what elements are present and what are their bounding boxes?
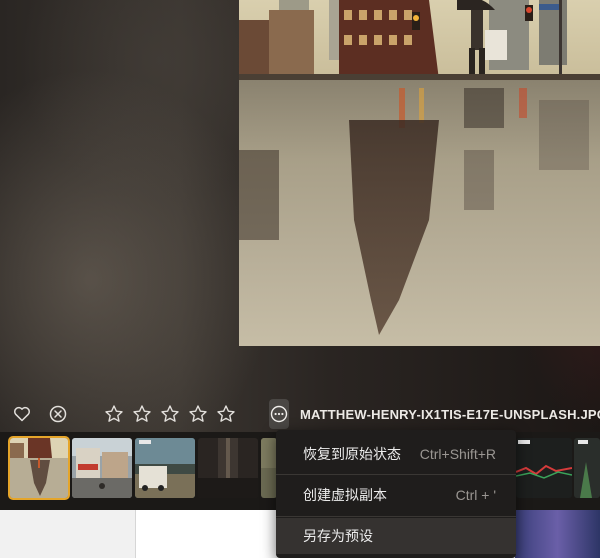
star-rating [103, 403, 237, 425]
circle-x-icon [49, 405, 67, 423]
filmstrip-thumbnail[interactable] [8, 436, 70, 500]
file-name: MATTHEW-HENRY-IX1TIS-E17E-UNSPLASH.JPG [300, 406, 600, 422]
main-photo[interactable] [239, 0, 600, 346]
reject-button[interactable] [48, 403, 68, 425]
star-outline-icon [105, 405, 123, 422]
context-menu: 恢复到原始状态 Ctrl+Shift+R 创建虚拟副本 Ctrl + ' 另存为… [276, 430, 516, 558]
menu-divider [276, 474, 516, 475]
filmstrip-thumbnail[interactable] [516, 438, 572, 498]
star-outline-icon [161, 405, 179, 422]
menu-item-label: 创建虚拟副本 [303, 487, 387, 503]
bottom-panel-left [0, 510, 136, 558]
menu-item-label: 另存为预设 [303, 528, 373, 544]
star-outline-icon [133, 405, 151, 422]
star-1-button[interactable] [103, 403, 125, 425]
star-outline-icon [217, 405, 235, 422]
menu-divider [276, 516, 516, 517]
main-photo-image [239, 0, 600, 346]
filmstrip-thumbnail[interactable] [574, 438, 600, 498]
menu-item-shortcut: Ctrl+Shift+R [419, 446, 496, 462]
bottom-panel-thumbnail [515, 510, 600, 558]
star-5-button[interactable] [215, 403, 237, 425]
filmstrip-thumbnail[interactable] [198, 438, 258, 498]
star-2-button[interactable] [131, 403, 153, 425]
star-3-button[interactable] [159, 403, 181, 425]
more-options-button[interactable] [269, 399, 289, 429]
menu-item-create-virtual-copy[interactable]: 创建虚拟副本 Ctrl + ' [276, 477, 516, 513]
menu-item-shortcut: Ctrl + ' [455, 487, 496, 503]
star-outline-icon [189, 405, 207, 422]
ellipsis-circle-icon [270, 405, 288, 423]
menu-item-save-as-preset[interactable]: 另存为预设 [276, 518, 516, 554]
filmstrip-thumbnail[interactable] [72, 438, 132, 498]
filmstrip-thumbnail[interactable] [261, 438, 277, 498]
menu-item-label: 恢复到原始状态 [303, 446, 401, 462]
photo-toolbar: MATTHEW-HENRY-IX1TIS-E17E-UNSPLASH.JPG [0, 398, 600, 430]
star-4-button[interactable] [187, 403, 209, 425]
filmstrip-thumbnail[interactable] [135, 438, 195, 498]
heart-icon [14, 406, 30, 422]
like-button[interactable] [12, 403, 32, 425]
menu-item-reset-to-original[interactable]: 恢复到原始状态 Ctrl+Shift+R [276, 436, 516, 472]
